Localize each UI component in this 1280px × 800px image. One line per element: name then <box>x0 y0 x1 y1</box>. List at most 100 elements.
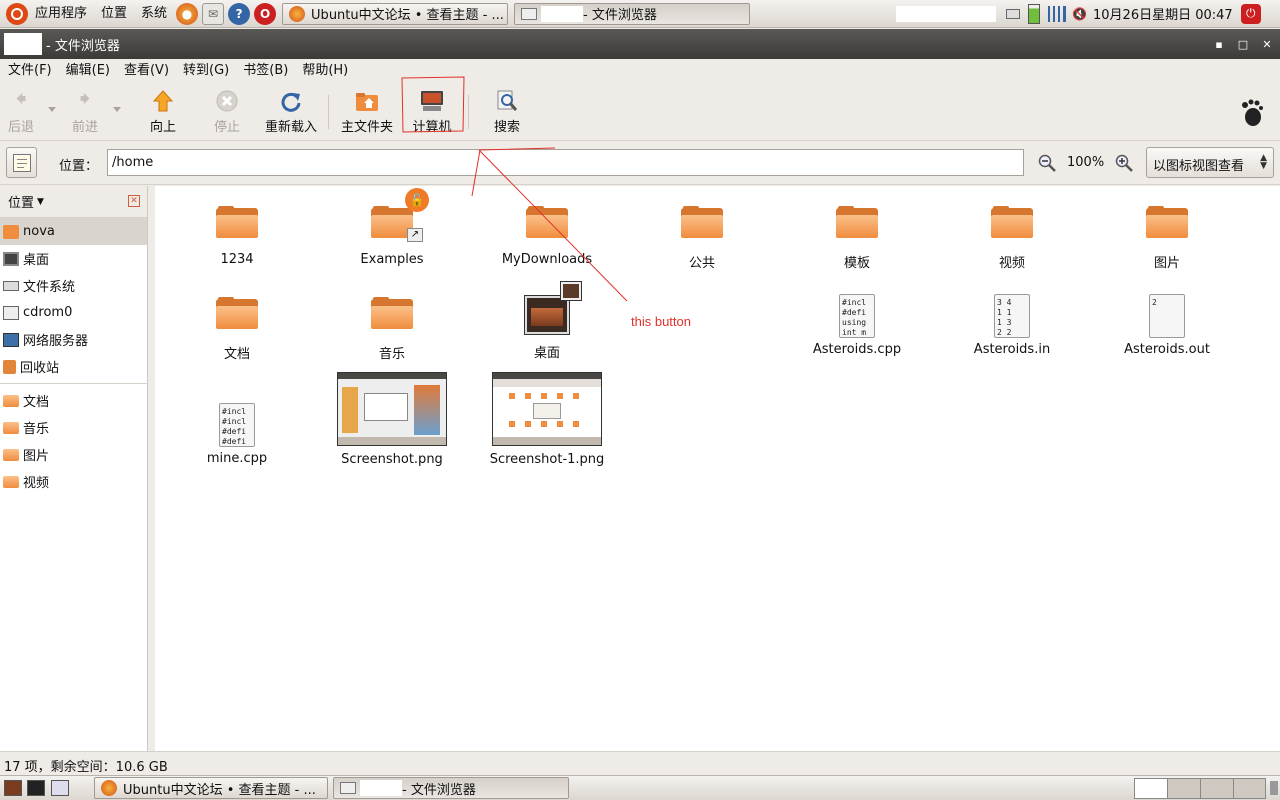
mail-launcher-icon[interactable]: ✉ <box>202 2 225 25</box>
home-label: 主文件夹 <box>340 120 393 135</box>
file-name: Asteroids.cpp <box>812 342 902 357</box>
shutdown-icon[interactable]: ⏻ <box>1240 3 1261 24</box>
show-desktop-icon[interactable] <box>4 780 22 796</box>
file-name: 模板 <box>843 256 870 271</box>
sidebar-item-trash[interactable]: 回收站 <box>0 353 147 380</box>
sidebar-bookmark-documents[interactable]: 文档 <box>0 387 147 414</box>
file-item[interactable]: #incl #defi using int m Asteroids.cpp <box>782 294 932 357</box>
workspace-2[interactable] <box>1168 779 1201 798</box>
file-item[interactable]: 模板 <box>782 206 932 271</box>
stop-button[interactable]: 停止 <box>210 89 244 137</box>
up-button[interactable]: 向上 <box>146 89 180 137</box>
file-item[interactable]: Screenshot.png <box>317 372 467 467</box>
text-file-icon: #incl #defi using int m <box>839 294 875 338</box>
file-item[interactable]: 文档 <box>162 297 312 362</box>
network-signal-icon[interactable] <box>1048 5 1067 22</box>
task-button-firefox[interactable]: Ubuntu中文论坛 • 查看主题 - ... <box>282 2 509 25</box>
file-item[interactable]: #incl #incl #defi #defi mine.cpp <box>162 403 312 466</box>
minimize-button[interactable]: ▪ <box>1208 33 1230 55</box>
menu-file[interactable]: 文件(F) <box>0 59 59 83</box>
back-history-dropdown[interactable] <box>48 107 56 112</box>
zoom-level[interactable]: 100% <box>1067 155 1104 170</box>
menu-view[interactable]: 查看(V) <box>117 59 176 83</box>
file-item[interactable]: 1234 <box>162 206 312 267</box>
task-label: - 文件浏览器 <box>402 782 476 798</box>
terminal-icon[interactable] <box>27 780 45 796</box>
panel-menu-places[interactable]: 位置 <box>94 0 134 28</box>
forward-history-dropdown[interactable] <box>113 107 121 112</box>
file-item[interactable]: 视频 <box>937 206 1087 271</box>
view-mode-select[interactable]: 以图标视图查看 ▲ ▼ <box>1146 147 1274 178</box>
file-item[interactable]: 2 Asteroids.out <box>1092 294 1242 357</box>
workspace-4[interactable] <box>1234 779 1265 798</box>
file-item[interactable]: Screenshot-1.png <box>472 372 622 467</box>
menu-bookmarks[interactable]: 书签(B) <box>236 59 295 83</box>
volume-muted-icon[interactable]: 🔇 <box>1072 7 1087 21</box>
back-button[interactable]: 🠸 后退 <box>4 87 38 137</box>
window-title: - 文件浏览器 <box>46 38 120 54</box>
bottom-panel: Ubuntu中文论坛 • 查看主题 - ... - 文件浏览器 <box>0 775 1280 800</box>
folder-icon <box>216 297 258 331</box>
taskbar-firefox-button[interactable]: Ubuntu中文论坛 • 查看主题 - ... <box>94 777 328 799</box>
file-name: mine.cpp <box>206 451 268 466</box>
sidebar-item-label: 网络服务器 <box>23 334 89 349</box>
sidebar-bookmark-music[interactable]: 音乐 <box>0 414 147 441</box>
firefox-launcher-icon[interactable]: ● <box>176 2 199 25</box>
panel-menu-applications[interactable]: 应用程序 <box>28 0 94 28</box>
close-sidebar-icon[interactable]: ✕ <box>128 195 140 207</box>
sidebar-resize-handle[interactable] <box>148 186 155 751</box>
zoom-in-icon[interactable] <box>1115 154 1133 172</box>
reload-button[interactable]: 重新载入 <box>262 89 320 137</box>
file-item[interactable]: ↗ 🔓 Examples <box>317 188 467 267</box>
sidebar-mode-select[interactable]: 位置 ▼ <box>8 192 44 211</box>
workspace-3[interactable] <box>1201 779 1234 798</box>
sidebar-item-home[interactable]: nova <box>0 218 147 245</box>
search-button[interactable]: 搜索 <box>490 89 524 137</box>
home-button[interactable]: 主文件夹 <box>338 89 396 137</box>
file-item[interactable]: 3 4 1 1 1 3 2 2 Asteroids.in <box>937 294 1087 357</box>
battery-icon[interactable] <box>1028 3 1041 24</box>
window-titlebar[interactable]: - 文件浏览器 ▪ □ ✕ <box>0 29 1280 59</box>
workspace-switcher[interactable] <box>1134 778 1266 799</box>
clock[interactable]: 10月26日星期日 00:47 <box>1093 4 1233 23</box>
forward-button[interactable]: 🠺 前进 <box>68 87 102 137</box>
reload-label: 重新载入 <box>264 120 317 135</box>
menu-help[interactable]: 帮助(H) <box>295 59 355 83</box>
image-thumbnail <box>492 372 602 446</box>
sidebar-item-desktop[interactable]: 桌面 <box>0 245 147 272</box>
help-launcher-icon[interactable]: ? <box>228 2 251 25</box>
workspace-1[interactable] <box>1135 779 1168 798</box>
zoom-out-icon[interactable] <box>1038 154 1056 172</box>
opera-launcher-icon[interactable]: O <box>254 2 277 25</box>
file-name: 桌面 <box>533 346 560 361</box>
menubar: 文件(F) 编辑(E) 查看(V) 转到(G) 书签(B) 帮助(H) <box>0 59 1280 83</box>
file-item[interactable]: 图片 <box>1092 206 1242 271</box>
file-name: 1234 <box>220 252 254 267</box>
folder-icon <box>371 297 413 331</box>
keyboard-icon[interactable] <box>1006 8 1021 19</box>
menu-edit[interactable]: 编辑(E) <box>59 59 117 83</box>
ubuntu-logo-icon[interactable] <box>6 2 28 25</box>
sidebar-item-label: 回收站 <box>20 361 60 376</box>
file-item[interactable]: 公共 <box>627 206 777 271</box>
file-item[interactable]: 音乐 <box>317 297 467 362</box>
panel-menu-system[interactable]: 系统 <box>134 0 174 28</box>
task-button-file-browser[interactable]: - 文件浏览器 <box>514 2 751 25</box>
close-button[interactable]: ✕ <box>1256 33 1278 55</box>
sidebar-item-label: 视频 <box>23 476 50 491</box>
file-browser-icon <box>521 7 538 20</box>
maximize-button[interactable]: □ <box>1232 33 1254 55</box>
sidebar-item-network[interactable]: 网络服务器 <box>0 326 147 353</box>
trash-applet-icon[interactable] <box>1270 781 1278 795</box>
sidebar-bookmark-pictures[interactable]: 图片 <box>0 441 147 468</box>
toggle-location-button[interactable] <box>6 147 37 178</box>
screenshot-tool-icon[interactable] <box>51 780 69 796</box>
file-browser-icon <box>340 782 356 794</box>
sidebar-bookmark-videos[interactable]: 视频 <box>0 468 147 495</box>
taskbar-file-browser-button[interactable]: - 文件浏览器 <box>333 777 569 799</box>
triangle-down-icon: ▼ <box>37 196 44 207</box>
sidebar-item-cdrom[interactable]: cdrom0 <box>0 299 147 326</box>
sidebar-item-filesystem[interactable]: 文件系统 <box>0 272 147 299</box>
stop-label: 停止 <box>213 120 240 135</box>
menu-go[interactable]: 转到(G) <box>176 59 236 83</box>
